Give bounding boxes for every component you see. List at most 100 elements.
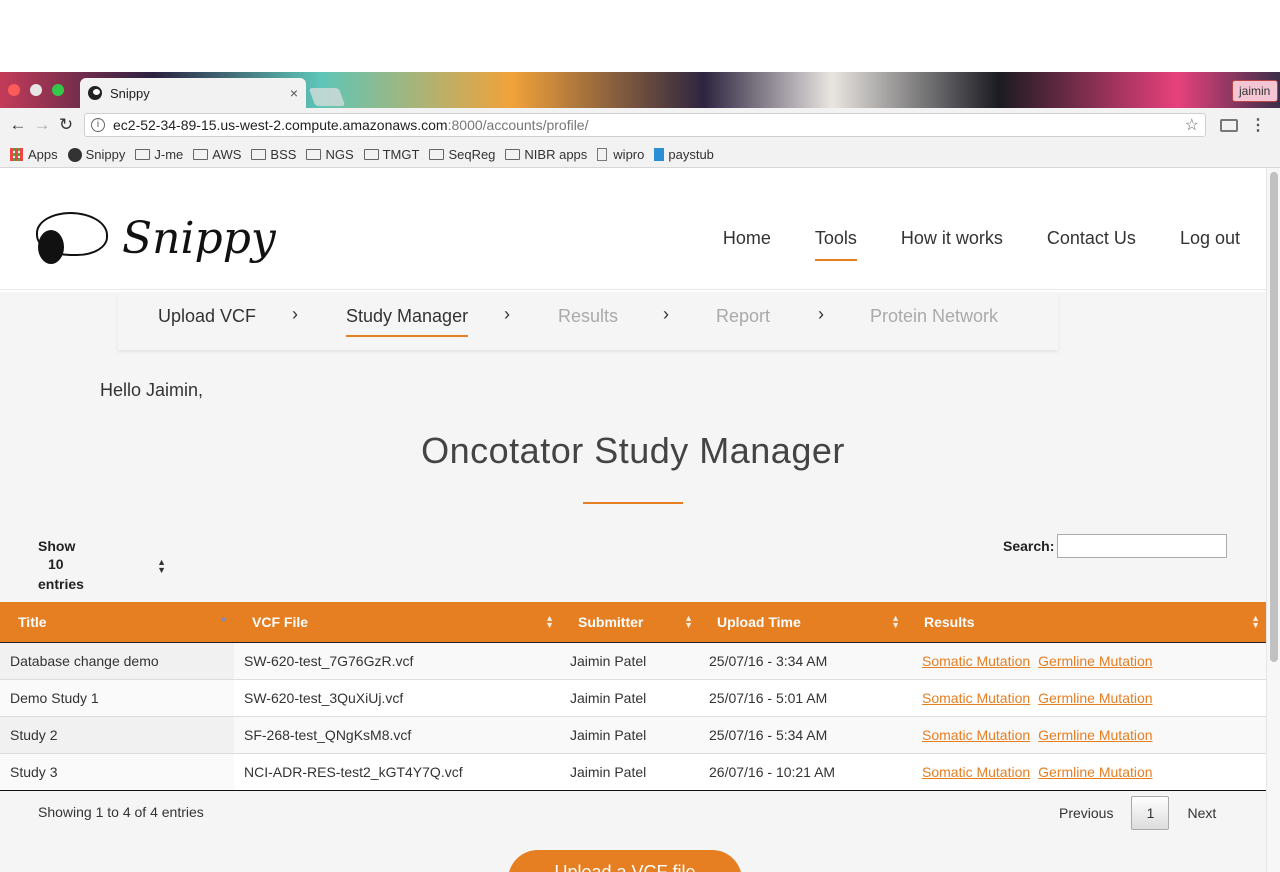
sort-icon: ▲ ▼ — [545, 613, 554, 630]
page-size-select[interactable]: 10 ▲ ▼ — [38, 556, 170, 576]
search-label: Search: — [1003, 538, 1055, 554]
germline-mutation-link[interactable]: Germline Mutation — [1038, 727, 1152, 743]
greeting-text: Hello Jaimin, — [100, 380, 204, 400]
header-label: Upload Time — [717, 613, 801, 630]
back-arrow-icon[interactable]: ← — [6, 115, 30, 135]
folder-icon — [363, 149, 379, 160]
pagination: Previous 1 Next — [1059, 796, 1216, 830]
table-row: Database change demo SW-620-test_7G76GzR… — [0, 642, 1266, 680]
bookmark-folder-tmgt[interactable]: TMGT — [363, 147, 420, 162]
germline-mutation-link[interactable]: Germline Mutation — [1038, 764, 1152, 780]
bookmark-folder-nibr-apps[interactable]: NIBR apps — [505, 147, 587, 162]
paystub-icon — [654, 148, 665, 161]
bookmark-label: BSS — [270, 147, 297, 162]
somatic-mutation-link[interactable]: Somatic Mutation — [922, 764, 1030, 780]
reload-icon[interactable]: ↻ — [54, 115, 78, 135]
page-scrollbar[interactable] — [1266, 168, 1280, 872]
bookmark-wipro[interactable]: wipro — [597, 147, 644, 162]
site-info-icon[interactable]: i — [91, 118, 105, 132]
cell-upload-time: 26/07/16 - 10:21 AM — [699, 753, 906, 791]
folder-icon — [306, 149, 322, 160]
bookmark-label: SeqReg — [448, 147, 496, 162]
bookmark-star-icon[interactable]: ☆ — [1185, 115, 1199, 135]
column-submitter[interactable]: Submitter ▲ ▼ — [560, 602, 699, 643]
step-report[interactable]: Report — [716, 306, 770, 333]
cell-title: Database change demo — [0, 642, 234, 680]
forward-arrow-icon[interactable]: → — [30, 115, 54, 135]
logo-text: Snippy — [122, 212, 276, 264]
nav-how-it-works[interactable]: How it works — [901, 228, 1003, 257]
bookmark-folder-ngs[interactable]: NGS — [306, 147, 354, 162]
next-page-button[interactable]: Next — [1187, 805, 1216, 821]
new-tab-button[interactable] — [308, 88, 346, 106]
previous-page-button[interactable]: Previous — [1059, 805, 1113, 821]
bookmark-folder-j-me[interactable]: J-me — [135, 147, 183, 162]
germline-mutation-link[interactable]: Germline Mutation — [1038, 690, 1152, 706]
nav-contact-us[interactable]: Contact Us — [1047, 228, 1136, 257]
somatic-mutation-link[interactable]: Somatic Mutation — [922, 727, 1030, 743]
cell-results: Somatic Mutation Germline Mutation — [906, 679, 1266, 717]
somatic-mutation-link[interactable]: Somatic Mutation — [922, 690, 1030, 706]
web-page: Snippy Home Tools How it works Contact U… — [0, 168, 1280, 872]
folder-icon — [135, 149, 151, 160]
bookmark-folder-bss[interactable]: BSS — [251, 147, 296, 162]
step-study-manager[interactable]: Study Manager — [346, 306, 469, 337]
browser-tab-snippy[interactable]: Snippy × — [80, 78, 306, 108]
bookmark-label: NIBR apps — [524, 147, 588, 162]
step-results[interactable]: Results — [558, 306, 618, 333]
bookmark-label: TMGT — [382, 147, 420, 162]
column-upload-time[interactable]: Upload Time ▲ ▼ — [699, 602, 906, 643]
header-label: VCF File — [252, 613, 309, 630]
bookmark-paystub[interactable]: paystub — [654, 147, 714, 162]
window-close-button[interactable] — [8, 84, 20, 96]
snippy-favicon-icon — [88, 86, 102, 100]
bookmarks-bar: Apps Snippy J-me AWS BSS NGS TMGT SeqReg… — [0, 142, 1280, 168]
window-minimize-button[interactable] — [30, 84, 42, 96]
bookmark-folder-seqreg[interactable]: SeqReg — [429, 147, 495, 162]
column-vcf-file[interactable]: VCF File ▲ ▼ — [234, 602, 560, 643]
upload-vcf-button[interactable]: Upload a VCF file — [508, 850, 742, 872]
url-host: ec2-52-34-89-15.us-west-2.compute.amazon… — [113, 117, 448, 133]
sort-icon: ▲ ▼ — [684, 613, 693, 630]
page-1-button[interactable]: 1 — [1131, 796, 1170, 830]
select-arrows-icon: ▲ ▼ — [157, 557, 166, 575]
nav-log-out[interactable]: Log out — [1180, 228, 1240, 257]
step-upload-vcf[interactable]: Upload VCF — [158, 306, 256, 333]
search-input[interactable] — [1057, 534, 1227, 558]
folder-icon — [505, 149, 521, 160]
column-title[interactable]: Title ▲ — [0, 602, 234, 643]
somatic-mutation-link[interactable]: Somatic Mutation — [922, 653, 1030, 669]
cast-icon[interactable] — [1220, 118, 1238, 132]
germline-mutation-link[interactable]: Germline Mutation — [1038, 653, 1152, 669]
step-protein-network[interactable]: Protein Network — [870, 306, 998, 333]
cell-submitter: Jaimin Patel — [560, 716, 699, 754]
site-logo[interactable]: Snippy — [36, 208, 276, 268]
table-row: Study 3 NCI-ADR-RES-test2_kGT4Y7Q.vcf Ja… — [0, 753, 1266, 791]
bookmark-apps[interactable]: Apps — [10, 147, 58, 162]
nav-home[interactable]: Home — [723, 228, 771, 257]
nav-tools[interactable]: Tools — [814, 228, 857, 261]
column-results[interactable]: Results ▲ ▼ — [906, 602, 1266, 643]
bookmark-label: paystub — [668, 147, 714, 162]
cell-title: Study 3 — [0, 753, 234, 791]
bookmark-folder-aws[interactable]: AWS — [193, 147, 241, 162]
cell-submitter: Jaimin Patel — [560, 679, 699, 717]
bookmark-snippy[interactable]: Snippy — [67, 147, 125, 162]
window-zoom-button[interactable] — [52, 84, 64, 96]
bookmark-label: J-me — [154, 147, 184, 162]
tab-close-icon[interactable]: × — [290, 85, 298, 101]
browser-menu-icon[interactable]: ⋮ — [1250, 115, 1266, 135]
scrollbar-thumb[interactable] — [1270, 172, 1278, 662]
header-label: Results — [924, 613, 975, 630]
snippy-logo-icon — [36, 208, 116, 268]
header-label: Title — [18, 613, 47, 630]
sort-icon: ▲ ▼ — [891, 613, 900, 630]
workflow-steps: Upload VCF › Study Manager › Results › R… — [118, 292, 1058, 350]
profile-button[interactable]: jaimin — [1232, 80, 1278, 102]
table-info: Showing 1 to 4 of 4 entries — [38, 804, 204, 820]
cell-vcf-file: SW-620-test_7G76GzR.vcf — [234, 642, 560, 680]
sort-asc-icon: ▲ — [219, 613, 228, 623]
sort-icon: ▲ ▼ — [1251, 613, 1260, 630]
url-path: :8000/accounts/profile/ — [447, 117, 589, 133]
address-bar[interactable]: i ec2-52-34-89-15.us-west-2.compute.amaz… — [84, 113, 1206, 137]
